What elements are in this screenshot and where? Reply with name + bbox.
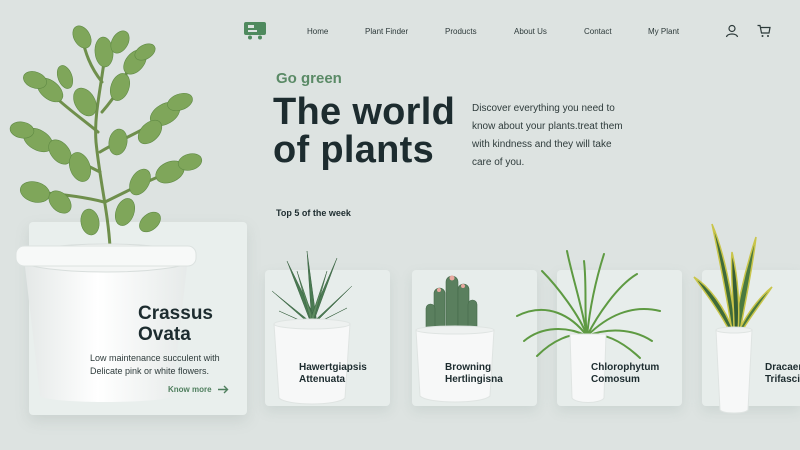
plant-card-4-line2: Trifasciata bbox=[765, 374, 800, 385]
plant-card-3-name: Chlorophytum Comosum bbox=[591, 362, 659, 386]
arrow-right-icon bbox=[217, 385, 229, 394]
user-icon bbox=[725, 24, 739, 38]
know-more-label: Know more bbox=[168, 385, 212, 394]
nav-plant-finder[interactable]: Plant Finder bbox=[365, 27, 408, 36]
featured-plant-description: Low maintenance succulent with Delicate … bbox=[90, 353, 220, 376]
plant-card-2-line2: Hertlingisna bbox=[445, 374, 503, 385]
plant-card-3-line2: Comosum bbox=[591, 374, 640, 385]
hero-title-line1: The world bbox=[273, 91, 456, 133]
nav-products[interactable]: Products bbox=[445, 27, 477, 36]
user-button[interactable] bbox=[725, 24, 739, 38]
plant-card-2-name: Browning Hertlingisna bbox=[445, 362, 503, 386]
brand-logo[interactable] bbox=[244, 22, 266, 40]
nav-home[interactable]: Home bbox=[307, 27, 328, 36]
cart-button[interactable] bbox=[757, 24, 771, 38]
nav-my-plant[interactable]: My Plant bbox=[648, 27, 679, 36]
plant-card-2-line1: Browning bbox=[445, 362, 492, 373]
hero-title: The world of plants bbox=[273, 93, 473, 169]
snake-plant-image bbox=[693, 223, 773, 414]
cart-icon bbox=[757, 24, 771, 37]
featured-plant-name: Crassus Ovata bbox=[138, 303, 213, 345]
nav-about-us[interactable]: About Us bbox=[514, 27, 547, 36]
succulent-plant-image bbox=[9, 25, 203, 249]
hero-description: Discover everything you need to know abo… bbox=[472, 103, 623, 168]
featured-name-line1: Crassus bbox=[138, 303, 213, 324]
plant-card-3-line1: Chlorophytum bbox=[591, 362, 660, 373]
section-title: Top 5 of the week bbox=[276, 208, 351, 218]
nav-contact[interactable]: Contact bbox=[584, 27, 612, 36]
hero-eyebrow: Go green bbox=[276, 70, 342, 87]
plant-card-4-name: Dracaena Trifasciata bbox=[765, 362, 800, 386]
know-more-link[interactable]: Know more bbox=[168, 385, 229, 394]
plant-card-1-name: Hawertgiapsis Attenuata bbox=[299, 362, 367, 386]
logo-icon bbox=[244, 22, 266, 40]
plant-card-4-line1: Dracaena bbox=[765, 362, 800, 373]
hero-title-line2: of plants bbox=[273, 129, 435, 171]
plant-card-1-line2: Attenuata bbox=[299, 374, 346, 385]
featured-name-line2: Ovata bbox=[138, 324, 191, 345]
plant-card-1-line1: Hawertgiapsis bbox=[299, 362, 367, 373]
